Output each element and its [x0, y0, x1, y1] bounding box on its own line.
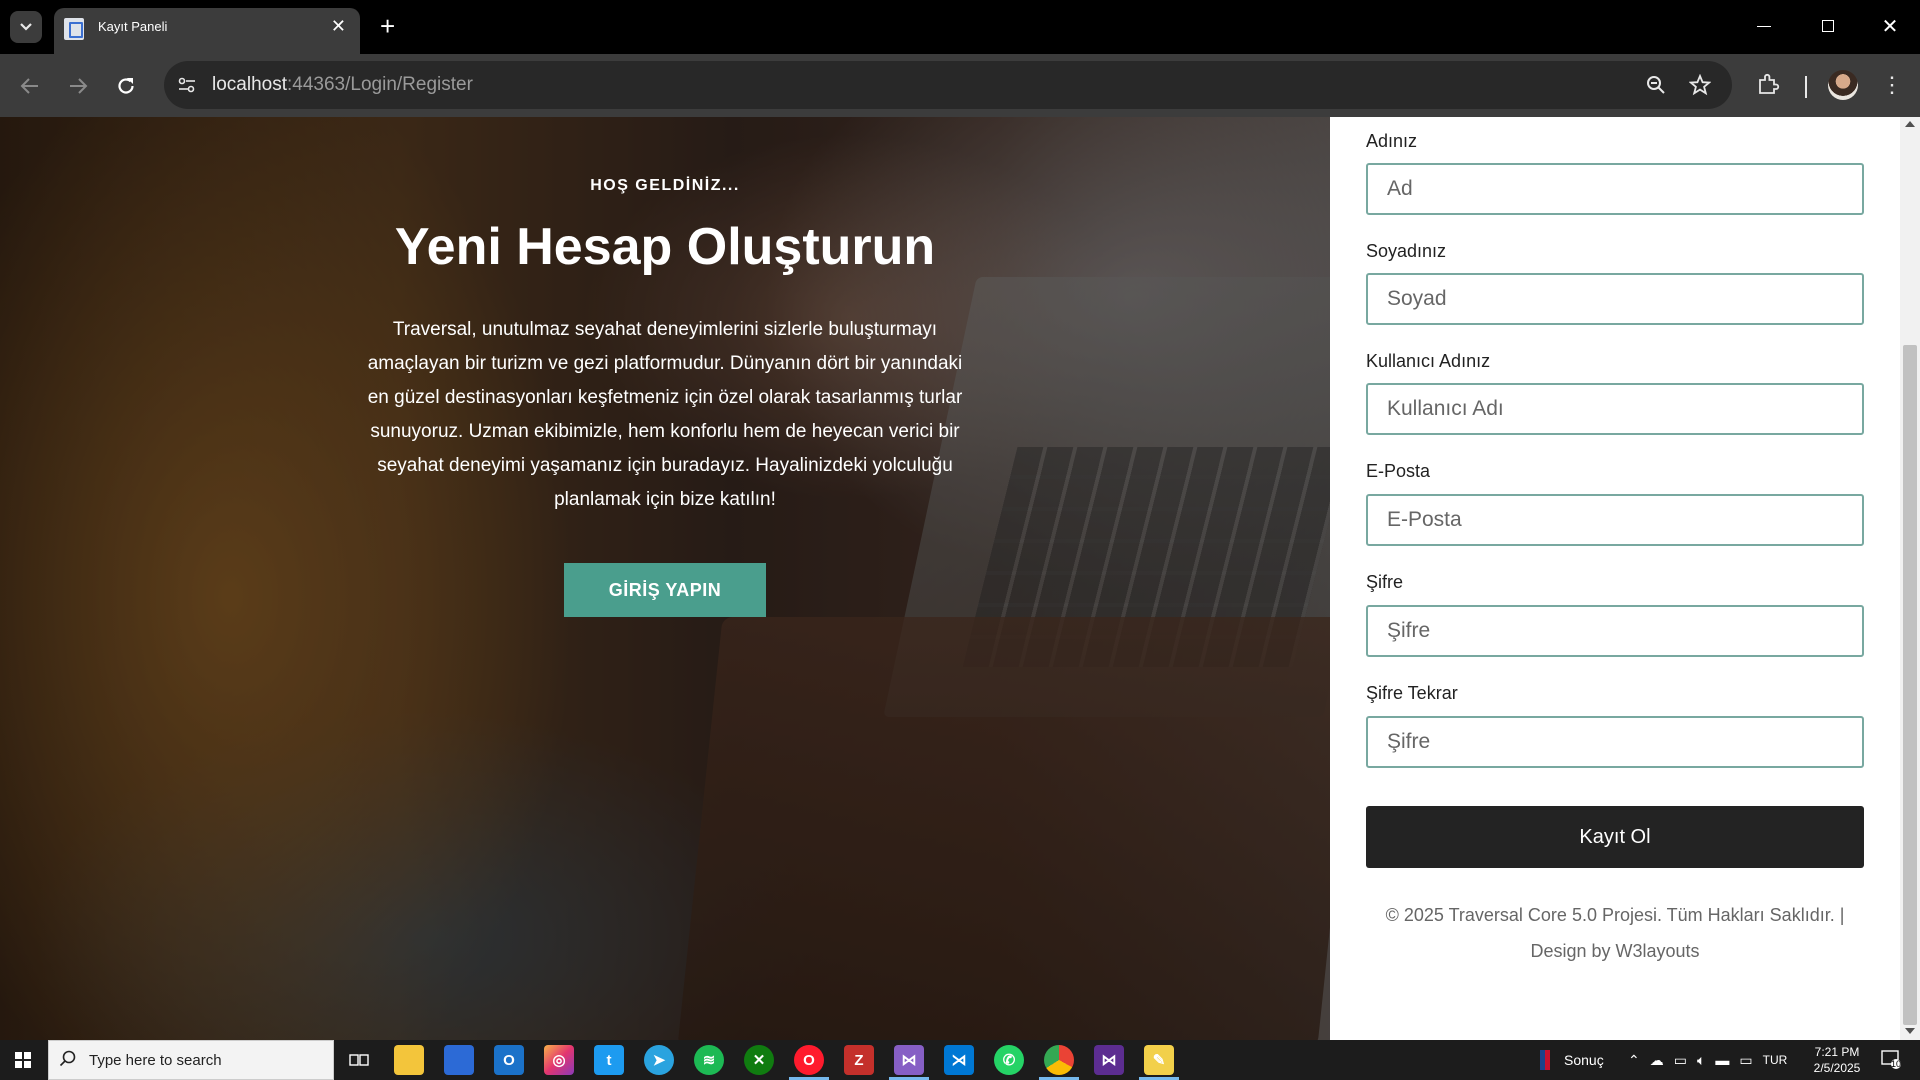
telegram-icon[interactable]: ➤ [644, 1045, 674, 1075]
bookmark-star-icon[interactable] [1688, 73, 1712, 97]
window-minimize-button[interactable] [1744, 10, 1784, 42]
password-input[interactable] [1366, 605, 1864, 657]
browser-titlebar: Kayıt Paneli ✕ + ✕ [0, 0, 1920, 54]
password-label: Şifre [1366, 572, 1404, 592]
scroll-down-arrow-icon[interactable] [1905, 1028, 1915, 1034]
filezilla-icon[interactable]: Z [844, 1045, 874, 1075]
windows-logo-icon [15, 1052, 31, 1068]
weather-widget[interactable]: Sonuç [1540, 1040, 1604, 1080]
page-viewport: HOŞ GELDİNİZ... Yeni Hesap Oluşturun Tra… [0, 117, 1920, 1040]
opera-icon[interactable]: O [794, 1045, 824, 1075]
tray-display-icon[interactable]: ▭ [1674, 1052, 1687, 1069]
page-favicon-icon [64, 18, 84, 40]
language-indicator[interactable]: TUR [1763, 1053, 1788, 1067]
password-confirm-input[interactable] [1366, 716, 1864, 768]
twitter-icon[interactable]: t [594, 1045, 624, 1075]
url-host: localhost [212, 74, 287, 95]
whatsapp-icon[interactable]: ✆ [994, 1045, 1024, 1075]
xbox-icon[interactable]: ✕ [744, 1045, 774, 1075]
page-scrollbar[interactable] [1900, 117, 1920, 1040]
tab-title: Kayıt Paneli [98, 19, 168, 34]
hero-eyebrow: HOŞ GELDİNİZ... [590, 177, 740, 194]
scrollbar-thumb[interactable] [1903, 345, 1917, 1025]
nba-logo-icon [1540, 1050, 1550, 1070]
back-arrow-icon[interactable] [14, 70, 46, 102]
file-explorer-icon[interactable] [394, 1045, 424, 1075]
footer-copyright: © 2025 Traversal Core 5.0 Projesi. Tüm H… [1385, 905, 1845, 925]
taskbar-search[interactable]: Type here to search [48, 1040, 334, 1080]
microsoft-store-icon[interactable] [444, 1045, 474, 1075]
browser-toolbar: localhost:44363/Login/Register ⋮ [0, 54, 1920, 117]
zoom-out-icon[interactable] [1644, 73, 1668, 97]
weather-label: Sonuç [1564, 1052, 1604, 1068]
taskbar-clock[interactable]: 7:21 PM 2/5/2025 [1802, 1044, 1872, 1076]
hero-description: Traversal, unutulmaz seyahat deneyimleri… [367, 319, 963, 510]
instagram-icon[interactable]: ◎ [544, 1045, 574, 1075]
toolbar-divider [1805, 76, 1807, 98]
visual-studio-icon[interactable]: ⋈ [894, 1045, 924, 1075]
forward-arrow-icon[interactable] [62, 70, 94, 102]
window-close-button[interactable]: ✕ [1870, 10, 1910, 42]
login-button[interactable]: GİRİŞ YAPIN [564, 563, 766, 617]
first-name-label: Adınız [1366, 131, 1418, 151]
notification-count-badge: 10 [1891, 1059, 1902, 1069]
extensions-puzzle-icon[interactable] [1756, 72, 1782, 98]
first-name-input[interactable] [1366, 163, 1864, 215]
site-settings-icon[interactable] [176, 74, 198, 96]
search-placeholder: Type here to search [89, 1052, 222, 1069]
tray-chevron-up-icon[interactable]: ⌃ [1628, 1052, 1640, 1069]
notification-center-icon[interactable]: 10 [1880, 1048, 1904, 1072]
hero-background-image: HOŞ GELDİNİZ... Yeni Hesap Oluşturun Tra… [0, 117, 1330, 1040]
address-bar[interactable]: localhost:44363/Login/Register [164, 61, 1732, 109]
outlook-icon[interactable]: O [494, 1045, 524, 1075]
system-tray: ⌃ ☁ ▭ 🔈︎ ▬ ▭ TUR [1628, 1040, 1787, 1080]
page-footer: © 2025 Traversal Core 5.0 Projesi. Tüm H… [1366, 897, 1864, 969]
last-name-input[interactable] [1366, 273, 1864, 325]
clock-date: 2/5/2025 [1813, 1061, 1861, 1075]
browser-menu-icon[interactable]: ⋮ [1880, 70, 1904, 100]
hero-content: HOŞ GELDİNİZ... Yeni Hesap Oluşturun Tra… [0, 117, 1330, 1040]
battery-icon[interactable]: ▬ [1715, 1052, 1729, 1068]
network-icon[interactable]: ▭ [1739, 1052, 1752, 1069]
scroll-up-arrow-icon[interactable] [1905, 121, 1915, 127]
profile-avatar[interactable] [1828, 70, 1858, 100]
hero-title: Yeni Hesap Oluşturun [394, 218, 936, 276]
username-label: Kullanıcı Adınız [1366, 351, 1491, 371]
last-name-label: Soyadınız [1366, 241, 1447, 261]
new-tab-icon[interactable]: + [380, 12, 395, 40]
windows-taskbar: Type here to search O ◎ t ➤ ≋ ✕ O Z ⋈ ⋊ … [0, 1040, 1920, 1080]
browser-tab[interactable]: Kayıt Paneli ✕ [54, 8, 360, 54]
reload-icon[interactable] [110, 70, 142, 102]
url-path: :44363/Login/Register [287, 74, 473, 95]
chrome-icon[interactable] [1044, 1045, 1074, 1075]
start-button[interactable] [0, 1040, 46, 1080]
window-restore-button[interactable] [1808, 10, 1848, 42]
email-label: E-Posta [1366, 461, 1431, 481]
volume-icon[interactable]: 🔈︎ [1697, 1052, 1705, 1069]
clock-time: 7:21 PM [1814, 1045, 1860, 1059]
tray-app-icon[interactable]: ☁ [1650, 1052, 1664, 1069]
email-input[interactable] [1366, 494, 1864, 546]
tab-search-chevron-icon[interactable] [10, 11, 42, 43]
url-text[interactable]: localhost:44363/Login/Register [212, 74, 473, 96]
paint-icon[interactable]: ✎ [1144, 1045, 1174, 1075]
register-submit-button[interactable]: Kayıt Ol [1366, 806, 1864, 868]
password-confirm-label: Şifre Tekrar [1366, 683, 1458, 703]
visual-studio-2-icon[interactable]: ⋈ [1094, 1045, 1124, 1075]
register-form: Adınız Soyadınız Kullanıcı Adınız E-Post… [1330, 117, 1900, 1040]
search-icon [59, 1050, 77, 1073]
tab-close-icon[interactable]: ✕ [331, 16, 346, 36]
vscode-icon[interactable]: ⋊ [944, 1045, 974, 1075]
username-input[interactable] [1366, 383, 1864, 435]
task-view-icon[interactable] [344, 1045, 374, 1075]
footer-credit-link[interactable]: Design by W3layouts [1366, 933, 1864, 969]
spotify-icon[interactable]: ≋ [694, 1045, 724, 1075]
